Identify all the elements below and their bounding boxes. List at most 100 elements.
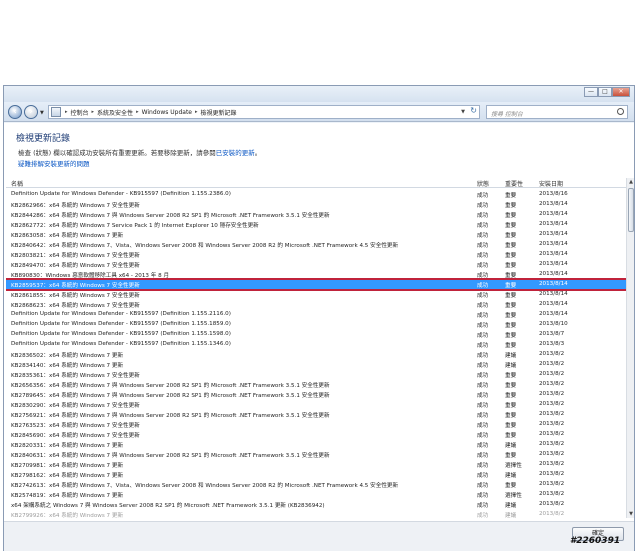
table-row[interactable]: KB2836502：x64 系統的 Windows 7 更新 成功 建議 2013/8…: [6, 350, 626, 359]
cell-importance: 重要: [505, 453, 517, 459]
cell-importance: 重要: [505, 193, 517, 199]
table-row[interactable]: KB2830290：x64 系統的 Windows 7 安全性更新 成功 重要 201…: [6, 400, 626, 409]
table-row[interactable]: Definition Update for Windows Defender -…: [6, 340, 626, 349]
cell-date: 2013/8/2: [539, 361, 565, 367]
address-dropdown-icon[interactable]: ▼: [461, 109, 465, 115]
vertical-scrollbar[interactable]: ▲ ▼: [626, 178, 634, 518]
column-header-importance[interactable]: 重要性: [505, 179, 523, 188]
scroll-up-icon[interactable]: ▲: [627, 178, 635, 186]
cell-date: 2013/8/2: [539, 451, 565, 457]
recent-pages-dropdown-icon[interactable]: ▼: [40, 110, 44, 116]
watermark-text: #2260391: [570, 536, 621, 546]
cell-name: KB2840631：x64 系統的 Windows 7 與 Windows Se…: [11, 453, 330, 459]
table-row[interactable]: KB2861855：x64 系統的 Windows 7 安全性更新 成功 重要 201…: [6, 290, 626, 299]
address-bar[interactable]: ▸ 控制台 ▸ 系統及安全性 ▸ Windows Update ▸ 檢視更新記錄…: [48, 105, 480, 119]
table-row[interactable]: KB2799926：x64 系統的 Windows 7 更新 成功 建議 2013/8…: [6, 510, 626, 518]
cell-name: KB2798162：x64 系統的 Windows 7 更新: [11, 473, 124, 479]
table-row-selected[interactable]: KB2859537：x64 系統的 Windows 7 安全性更新 成功 重要 201…: [6, 278, 626, 291]
cell-status: 成功: [477, 223, 489, 229]
cell-status: 成功: [477, 193, 489, 199]
cell-name: KB2656356：x64 系統的 Windows 7 與 Windows Se…: [11, 383, 330, 389]
cell-importance: 建議: [505, 353, 517, 359]
table-row[interactable]: KB2763523：x64 系統的 Windows 7 安全性更新 成功 重要 201…: [6, 420, 626, 429]
cell-importance: 建議: [505, 503, 517, 509]
cell-date: 2013/8/14: [539, 231, 568, 237]
breadcrumb-update-history[interactable]: 檢視更新記錄: [201, 108, 237, 117]
table-row[interactable]: KB2756921：x64 系統的 Windows 7 與 Windows Se…: [6, 410, 626, 419]
installed-updates-link[interactable]: 已安裝的更新: [216, 149, 255, 157]
table-row[interactable]: KB2798162：x64 系統的 Windows 7 更新 成功 建議 2013/8…: [6, 470, 626, 479]
scroll-down-icon[interactable]: ▼: [627, 510, 635, 518]
minimize-button[interactable]: —: [584, 87, 598, 97]
cell-status: 成功: [477, 423, 489, 429]
search-icon[interactable]: [617, 108, 624, 115]
cell-name: KB2840642：x64 系統的 Windows 7、Vista、Window…: [11, 243, 399, 249]
dialog-footer: 確定: [4, 521, 634, 551]
chevron-right-icon[interactable]: ▸: [195, 109, 198, 115]
table-row[interactable]: KB2803821：x64 系統的 Windows 7 安全性更新 成功 重要 201…: [6, 250, 626, 259]
table-row[interactable]: KB2574819：x64 系統的 Windows 7 更新 成功 選擇性 2013/…: [6, 490, 626, 499]
chevron-right-icon[interactable]: ▸: [65, 109, 68, 115]
table-row[interactable]: KB2742613：x64 系統的 Windows 7、Vista、Window…: [6, 480, 626, 489]
close-button[interactable]: ✕: [612, 87, 630, 97]
table-row[interactable]: x64 架構系統之 Windows 7 與 Windows Server 200…: [6, 500, 626, 509]
cell-date: 2013/8/14: [539, 301, 568, 307]
table-row[interactable]: KB2656356：x64 系統的 Windows 7 與 Windows Se…: [6, 380, 626, 389]
table-row[interactable]: KB2862772：x64 系統的 Windows 7 Service Pack…: [6, 220, 626, 229]
maximize-button[interactable]: □: [598, 87, 612, 97]
table-row[interactable]: KB2789645：x64 系統的 Windows 7 與 Windows Se…: [6, 390, 626, 399]
cell-status: 成功: [477, 213, 489, 219]
cell-name: KB2830290：x64 系統的 Windows 7 安全性更新: [11, 403, 140, 409]
table-row[interactable]: Definition Update for Windows Defender -…: [6, 320, 626, 329]
breadcrumb-windows-update[interactable]: Windows Update: [142, 109, 192, 116]
cell-date: 2013/8/14: [539, 261, 568, 267]
cell-status: 成功: [477, 463, 489, 469]
forward-button[interactable]: ›: [24, 105, 38, 119]
table-row[interactable]: Definition Update for Windows Defender -…: [6, 190, 626, 199]
column-header-name[interactable]: 名稱: [11, 179, 23, 188]
table-row[interactable]: KB2709981：x64 系統的 Windows 7 更新 成功 選擇性 2013/…: [6, 460, 626, 469]
table-row[interactable]: KB2849470：x64 系統的 Windows 7 安全性更新 成功 重要 201…: [6, 260, 626, 269]
cell-name: KB2574819：x64 系統的 Windows 7 更新: [11, 493, 124, 499]
table-row[interactable]: KB2840631：x64 系統的 Windows 7 與 Windows Se…: [6, 450, 626, 459]
cell-name: KB2859537：x64 系統的 Windows 7 安全性更新: [11, 283, 140, 289]
cell-date: 2013/8/14: [539, 251, 568, 257]
table-row[interactable]: KB2834140：x64 系統的 Windows 7 更新 成功 建議 2013/8…: [6, 360, 626, 369]
chevron-right-icon[interactable]: ▸: [92, 109, 95, 115]
breadcrumb-system-security[interactable]: 系統及安全性: [97, 108, 133, 117]
cell-importance: 重要: [505, 203, 517, 209]
table-row[interactable]: KB2868623：x64 系統的 Windows 7 安全性更新 成功 重要 201…: [6, 300, 626, 309]
table-row[interactable]: KB2840642：x64 系統的 Windows 7、Vista、Window…: [6, 240, 626, 249]
table-row[interactable]: KB2844286：x64 系統的 Windows 7 與 Windows Se…: [6, 210, 626, 219]
cell-date: 2013/8/2: [539, 491, 565, 497]
chevron-right-icon[interactable]: ▸: [136, 109, 139, 115]
table-row[interactable]: KB2820331：x64 系統的 Windows 7 更新 成功 建議 2013/8…: [6, 440, 626, 449]
troubleshoot-link[interactable]: 疑難排解安裝更新的問題: [18, 158, 90, 168]
cell-name: KB2844286：x64 系統的 Windows 7 與 Windows Se…: [11, 213, 330, 219]
back-button[interactable]: ‹: [8, 105, 22, 119]
refresh-icon[interactable]: ↻: [470, 106, 477, 115]
table-row[interactable]: KB2845690：x64 系統的 Windows 7 安全性更新 成功 重要 201…: [6, 430, 626, 439]
table-row[interactable]: KB2835361：x64 系統的 Windows 7 安全性更新 成功 重要 201…: [6, 370, 626, 379]
search-placeholder: 搜尋 控制台: [491, 111, 523, 118]
breadcrumb-control-panel[interactable]: 控制台: [71, 108, 89, 117]
table-row[interactable]: KB890830：Windows 惡意軟體移除工具 x64 - 2013 年 8…: [6, 270, 626, 279]
column-header-install-date[interactable]: 安裝日期: [539, 179, 563, 188]
search-input[interactable]: 搜尋 控制台: [486, 105, 628, 119]
cell-importance: 重要: [505, 243, 517, 249]
cell-name: Definition Update for Windows Defender -…: [11, 341, 231, 347]
table-row[interactable]: Definition Update for Windows Defender -…: [6, 330, 626, 339]
table-row[interactable]: KB2863058：x64 系統的 Windows 7 更新 成功 重要 2013/8…: [6, 230, 626, 239]
cell-name: KB890830：Windows 惡意軟體移除工具 x64 - 2013 年 8…: [11, 273, 170, 279]
cell-name: KB2803821：x64 系統的 Windows 7 安全性更新: [11, 253, 140, 259]
cell-date: 2013/8/2: [539, 501, 565, 507]
table-row[interactable]: Definition Update for Windows Defender -…: [6, 310, 626, 319]
cell-date: 2013/8/14: [539, 241, 568, 247]
cell-status: 成功: [477, 283, 489, 289]
column-header-status[interactable]: 狀態: [477, 179, 489, 188]
control-panel-icon: [51, 107, 61, 117]
cell-importance: 建議: [505, 363, 517, 369]
table-row[interactable]: KB2862966：x64 系統的 Windows 7 安全性更新 成功 重要 201…: [6, 200, 626, 209]
scrollbar-thumb[interactable]: [628, 188, 634, 232]
cell-importance: 建議: [505, 443, 517, 449]
